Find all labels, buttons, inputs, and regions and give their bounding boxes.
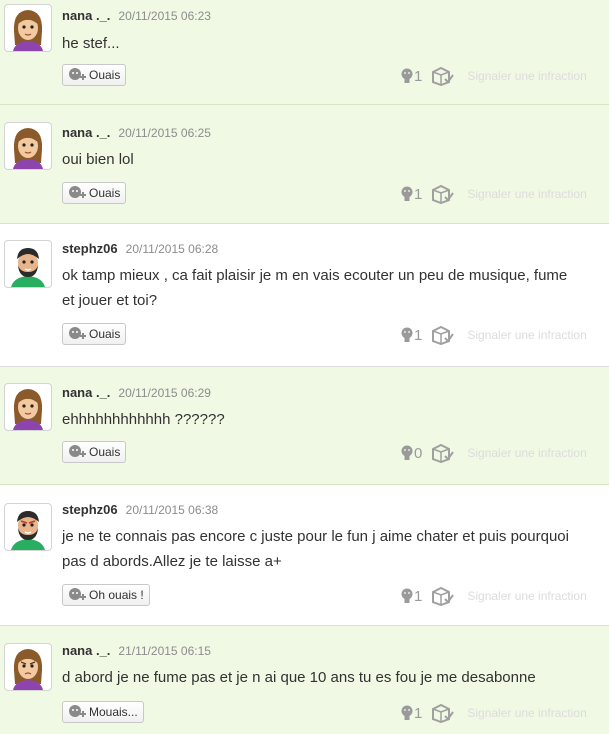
post: stephz06 20/11/2015 06:38 je ne te connai… [0, 485, 609, 626]
empathy-count-value: 1 [414, 67, 423, 85]
post-meta: nana ._. 20/11/2015 06:25 [62, 125, 211, 140]
post: nana ._. 20/11/2015 06:29 ehhhhhhhhhhhh ?… [0, 367, 609, 485]
timestamp[interactable]: 20/11/2015 06:28 [126, 242, 219, 256]
yeah-button[interactable]: Oh ouais ! [62, 584, 150, 606]
post: nana ._. 20/11/2015 06:25 oui bien lol Ou… [0, 105, 609, 224]
empathy-count-value: 1 [414, 704, 423, 722]
report-link[interactable]: Signaler une infraction [467, 328, 586, 342]
yeah-button[interactable]: Ouais [62, 441, 127, 463]
timestamp[interactable]: 20/11/2015 06:25 [118, 126, 211, 140]
empathy-icon [401, 588, 413, 603]
empathy-count: 0 [400, 445, 422, 462]
post-text: ehhhhhhhhhhhh ?????? [62, 411, 225, 428]
yeah-icon [67, 587, 87, 603]
post-stats: 1 Signaler une infraction [399, 703, 587, 724]
report-link[interactable]: Signaler une infraction [467, 69, 586, 83]
empathy-count-value: 1 [414, 326, 423, 344]
post-meta: stephz06 20/11/2015 06:28 [62, 241, 218, 256]
yeah-icon [67, 704, 87, 720]
report-link[interactable]: Signaler une infraction [467, 187, 586, 201]
timestamp[interactable]: 20/11/2015 06:38 [126, 503, 219, 517]
male-mii-avatar[interactable] [4, 503, 52, 551]
yeah-label: Ouais [89, 68, 121, 82]
empathy-count-value: 0 [414, 444, 423, 462]
female-mii-avatar[interactable] [4, 383, 52, 431]
post-meta: stephz06 20/11/2015 06:38 [62, 502, 218, 517]
yeah-button[interactable]: Ouais [62, 64, 127, 86]
post-stats: 1 Signaler une infraction [399, 586, 587, 607]
timestamp[interactable]: 21/11/2015 06:15 [118, 644, 211, 658]
empathy-icon [401, 327, 413, 342]
spoiler-icon[interactable] [431, 66, 455, 87]
empathy-count: 1 [400, 327, 422, 344]
post-meta: nana ._. 20/11/2015 06:23 [62, 8, 211, 23]
yeah-label: Ouais [89, 186, 121, 200]
post: stephz06 20/11/2015 06:28 ok tamp mieux ,… [0, 224, 609, 367]
yeah-icon [67, 326, 87, 342]
post-meta: nana ._. 20/11/2015 06:29 [62, 385, 211, 400]
post-stats: 1 Signaler une infraction [399, 325, 587, 346]
spoiler-icon[interactable] [431, 325, 455, 346]
report-link[interactable]: Signaler une infraction [467, 589, 586, 603]
empathy-count: 1 [400, 705, 422, 722]
post-text: d abord je ne fume pas et je n ai que 10… [62, 669, 536, 686]
female-mii-avatar[interactable] [4, 643, 52, 691]
yeah-icon [67, 444, 87, 460]
post-stats: 0 Signaler une infraction [399, 443, 587, 464]
empathy-icon [401, 705, 413, 720]
post-text: ok tamp mieux , ca fait plaisir je m en … [62, 267, 568, 309]
author-name[interactable]: nana ._. [62, 125, 110, 140]
post-meta: nana ._. 21/11/2015 06:15 [62, 643, 211, 658]
post: nana ._. 21/11/2015 06:15 d abord je ne f… [0, 626, 609, 734]
yeah-icon [67, 185, 87, 201]
post-text: oui bien lol [62, 151, 134, 168]
post-text: je ne te connais pas encore c juste pour… [62, 528, 569, 570]
report-link[interactable]: Signaler une infraction [467, 446, 586, 460]
empathy-count-value: 1 [414, 587, 423, 605]
empathy-icon [401, 445, 413, 460]
spoiler-icon[interactable] [431, 586, 455, 607]
yeah-button[interactable]: Ouais [62, 323, 127, 345]
author-name[interactable]: nana ._. [62, 643, 110, 658]
post-feed: nana ._. 20/11/2015 06:23 he stef... Ouai… [0, 0, 609, 734]
post-stats: 1 Signaler une infraction [399, 184, 587, 205]
yeah-label: Ouais [89, 445, 121, 459]
empathy-count: 1 [400, 186, 422, 203]
spoiler-icon[interactable] [431, 443, 455, 464]
report-link[interactable]: Signaler une infraction [467, 706, 586, 720]
empathy-count: 1 [400, 68, 422, 85]
yeah-button[interactable]: Mouais... [62, 701, 144, 723]
empathy-icon [401, 186, 413, 201]
post-text: he stef... [62, 35, 120, 52]
author-name[interactable]: stephz06 [62, 241, 118, 256]
empathy-count: 1 [400, 588, 422, 605]
author-name[interactable]: nana ._. [62, 8, 110, 23]
author-name[interactable]: stephz06 [62, 502, 118, 517]
author-name[interactable]: nana ._. [62, 385, 110, 400]
yeah-button[interactable]: Ouais [62, 182, 127, 204]
spoiler-icon[interactable] [431, 703, 455, 724]
yeah-label: Ouais [89, 327, 121, 341]
yeah-label: Oh ouais ! [89, 588, 144, 602]
male-mii-avatar[interactable] [4, 240, 52, 288]
timestamp[interactable]: 20/11/2015 06:29 [118, 386, 211, 400]
timestamp[interactable]: 20/11/2015 06:23 [118, 9, 211, 23]
female-mii-avatar[interactable] [4, 122, 52, 170]
yeah-icon [67, 67, 87, 83]
post-stats: 1 Signaler une infraction [399, 66, 587, 87]
yeah-label: Mouais... [89, 705, 138, 719]
female-mii-avatar[interactable] [4, 4, 52, 52]
empathy-icon [401, 68, 413, 83]
spoiler-icon[interactable] [431, 184, 455, 205]
empathy-count-value: 1 [414, 185, 423, 203]
post: nana ._. 20/11/2015 06:23 he stef... Ouai… [0, 0, 609, 105]
